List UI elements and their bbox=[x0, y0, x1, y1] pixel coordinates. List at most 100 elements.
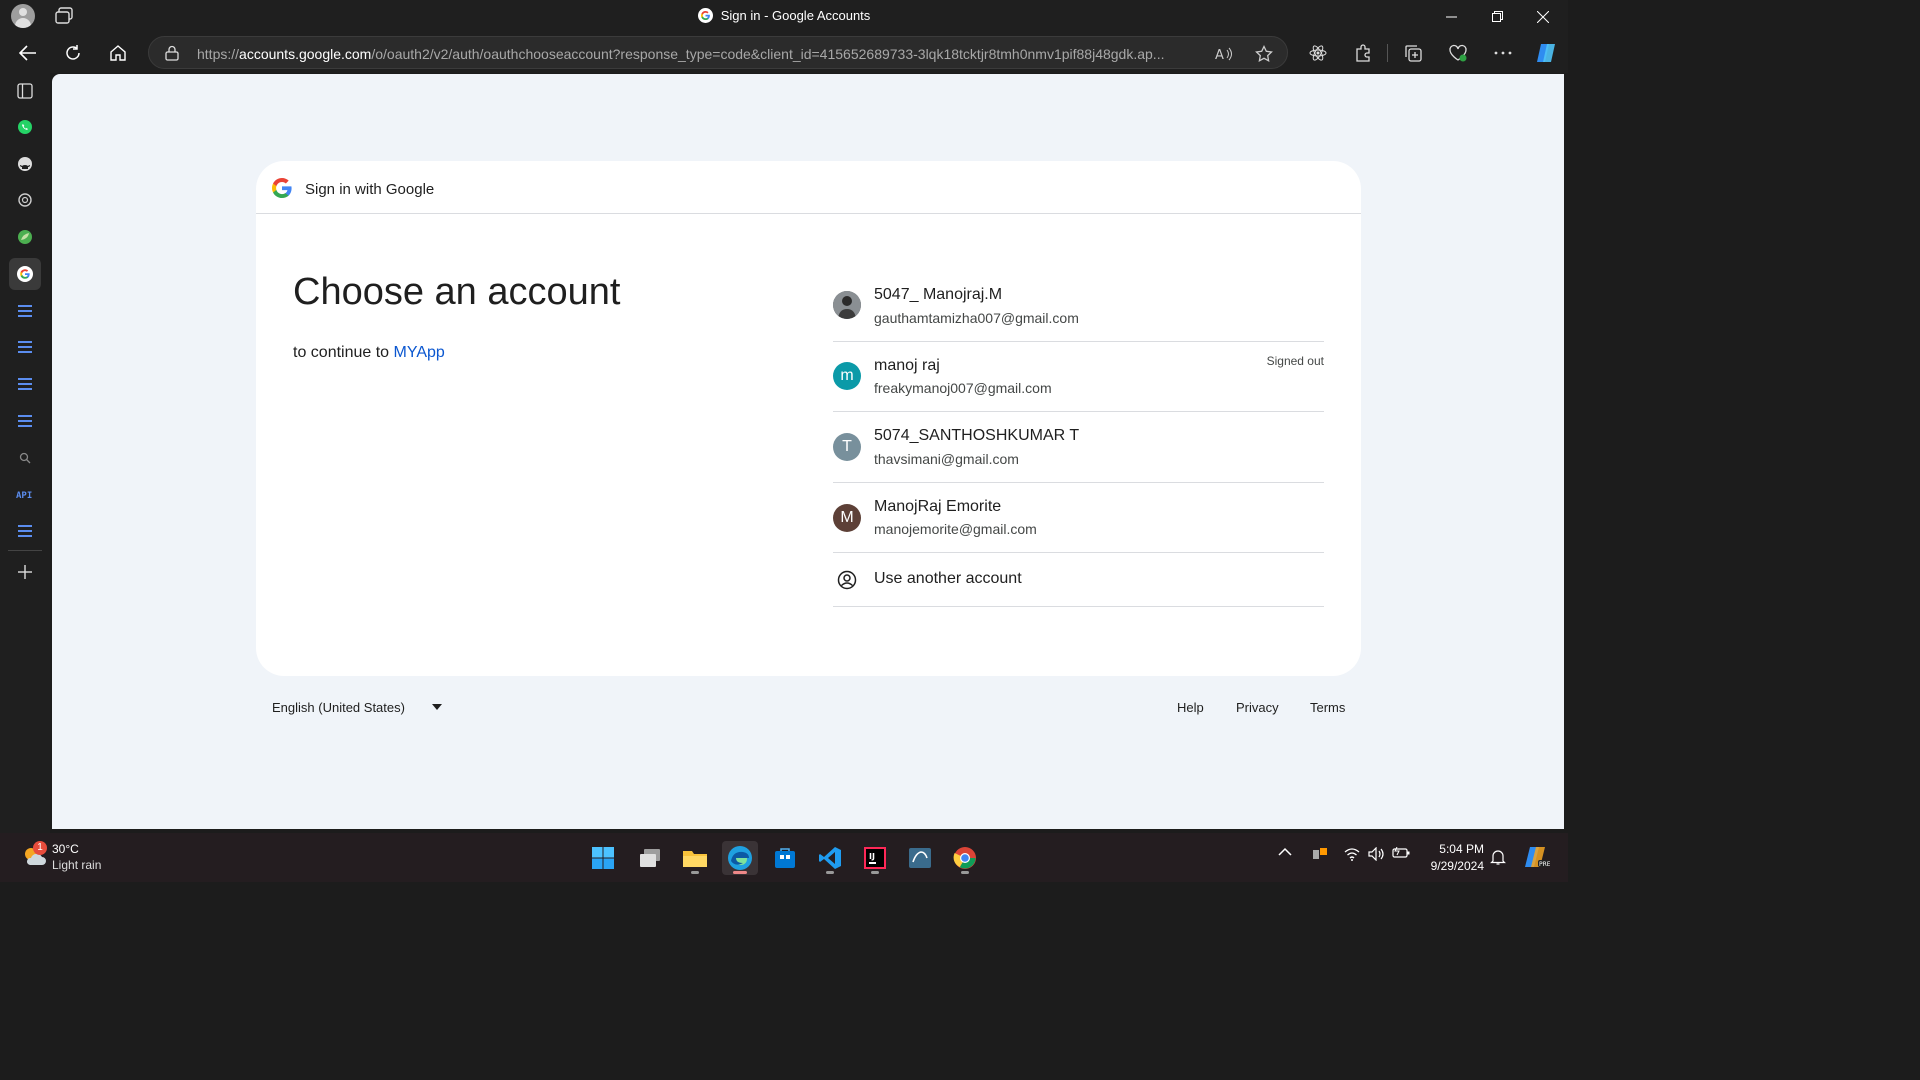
wifi-icon bbox=[1344, 848, 1360, 861]
sidebar-item-google[interactable] bbox=[9, 258, 41, 290]
battery-icon bbox=[1392, 847, 1410, 858]
sidebar-item-api-doc-4[interactable] bbox=[9, 405, 41, 437]
account-item[interactable]: 5047_ Manojraj.M gauthamtamizha007@gmail… bbox=[833, 271, 1324, 342]
folder-icon bbox=[683, 851, 707, 867]
sidebar-item-whatsapp[interactable] bbox=[9, 111, 41, 143]
task-view-icon bbox=[640, 849, 660, 867]
restore-button[interactable] bbox=[1474, 0, 1520, 33]
read-aloud-button[interactable]: A bbox=[1213, 43, 1235, 65]
notifications-button[interactable] bbox=[1490, 849, 1506, 865]
signed-out-status: Signed out bbox=[1266, 354, 1324, 368]
copilot-taskbar-button[interactable]: PRE bbox=[1522, 845, 1550, 869]
help-link[interactable]: Help bbox=[1177, 700, 1204, 715]
navigation-bar: https://accounts.google.com/o/oauth2/v2/… bbox=[0, 33, 1568, 73]
edge-taskbar-button[interactable] bbox=[722, 841, 758, 875]
vscode-button[interactable] bbox=[812, 841, 848, 875]
copilot-icon bbox=[1537, 44, 1555, 62]
account-name: manoj raj bbox=[874, 357, 940, 374]
mysql-workbench-button[interactable] bbox=[902, 841, 938, 875]
account-email: thavsimani@gmail.com bbox=[874, 451, 1019, 467]
file-explorer-button[interactable] bbox=[677, 841, 713, 875]
sidebar-item-tabs[interactable] bbox=[9, 75, 41, 107]
api-doc-icon bbox=[18, 415, 32, 427]
api-doc-icon bbox=[18, 378, 32, 390]
account-initial-avatar: M bbox=[833, 504, 861, 532]
account-photo-avatar bbox=[833, 291, 861, 319]
account-initial-avatar: T bbox=[833, 433, 861, 461]
account-item[interactable]: T 5074_SANTHOSHKUMAR T thavsimani@gmail.… bbox=[833, 412, 1324, 483]
use-another-account-label: Use another account bbox=[874, 570, 1022, 587]
tray-app-button[interactable] bbox=[1312, 847, 1328, 861]
app-name-link[interactable]: MYApp bbox=[394, 344, 445, 361]
continue-to-text: to continue to MYApp bbox=[293, 344, 445, 362]
lock-icon[interactable] bbox=[165, 45, 179, 61]
account-item[interactable]: M ManojRaj Emorite manojemorite@gmail.co… bbox=[833, 483, 1324, 553]
clock-date[interactable]: 9/29/2024 bbox=[1420, 859, 1484, 873]
sidebar-item-api-doc-1[interactable] bbox=[9, 295, 41, 327]
refresh-button[interactable] bbox=[57, 37, 89, 69]
puzzle-icon bbox=[1356, 44, 1370, 62]
whatsapp-icon bbox=[18, 120, 32, 134]
minimize-button[interactable] bbox=[1428, 0, 1474, 33]
home-button[interactable] bbox=[102, 37, 134, 69]
clock-time[interactable]: 5:04 PM bbox=[1430, 842, 1484, 856]
terms-link[interactable]: Terms bbox=[1310, 700, 1345, 715]
sidebar-item-api-doc-3[interactable] bbox=[9, 368, 41, 400]
minimize-icon bbox=[1445, 16, 1457, 18]
extension-button[interactable] bbox=[1302, 37, 1334, 69]
store-icon bbox=[775, 848, 795, 868]
sidebar-item-api[interactable]: API bbox=[9, 478, 41, 510]
privacy-link[interactable]: Privacy bbox=[1236, 700, 1279, 715]
intellij-button[interactable]: IJ bbox=[857, 841, 893, 875]
network-button[interactable] bbox=[1344, 847, 1360, 861]
use-another-account-item[interactable]: Use another account bbox=[833, 553, 1324, 607]
url-domain: accounts.google.com bbox=[239, 46, 372, 62]
extensions-button[interactable] bbox=[1347, 37, 1379, 69]
sidebar-item-github[interactable] bbox=[9, 148, 41, 180]
search-icon bbox=[19, 452, 31, 464]
svg-text:IJ: IJ bbox=[869, 852, 875, 861]
back-button[interactable] bbox=[12, 37, 44, 69]
battery-button[interactable] bbox=[1392, 847, 1410, 859]
favorite-button[interactable] bbox=[1253, 43, 1275, 65]
show-hidden-icons-button[interactable] bbox=[1278, 847, 1292, 857]
account-item[interactable]: m manoj raj freakymanoj007@gmail.com Sig… bbox=[833, 342, 1324, 412]
account-email: freakymanoj007@gmail.com bbox=[874, 380, 1052, 396]
more-menu-button[interactable] bbox=[1487, 37, 1519, 69]
sidebar-item-api-doc-5[interactable] bbox=[9, 515, 41, 547]
copilot-button[interactable] bbox=[1530, 37, 1562, 69]
close-button[interactable] bbox=[1520, 0, 1566, 33]
account-email: manojemorite@gmail.com bbox=[874, 521, 1037, 537]
speaker-icon bbox=[1368, 847, 1384, 861]
start-button[interactable] bbox=[585, 841, 621, 875]
google-favicon bbox=[697, 8, 713, 23]
chrome-button[interactable] bbox=[947, 841, 983, 875]
more-dots-icon bbox=[1494, 51, 1512, 55]
sidebar-item-api-doc-2[interactable] bbox=[9, 331, 41, 363]
leaf-icon bbox=[18, 230, 32, 244]
chevron-up-icon bbox=[1278, 847, 1292, 856]
account-email: gauthamtamizha007@gmail.com bbox=[874, 310, 1079, 326]
language-selector[interactable]: English (United States) bbox=[272, 700, 405, 715]
collections-button[interactable] bbox=[1397, 37, 1429, 69]
dropdown-arrow-icon[interactable] bbox=[432, 704, 442, 710]
url-path: /o/oauth2/v2/auth/oauthchooseaccount?res… bbox=[371, 46, 1165, 62]
browser-essentials-button[interactable] bbox=[1442, 37, 1474, 69]
collections-icon bbox=[1405, 45, 1422, 62]
sidebar-item-chatgpt[interactable] bbox=[9, 184, 41, 216]
address-bar[interactable]: https://accounts.google.com/o/oauth2/v2/… bbox=[148, 36, 1288, 69]
task-view-button[interactable] bbox=[632, 841, 668, 875]
running-indicator bbox=[691, 871, 699, 874]
svg-text:A: A bbox=[1215, 48, 1224, 62]
volume-button[interactable] bbox=[1368, 847, 1386, 861]
sidebar-item-leaf[interactable] bbox=[9, 221, 41, 253]
sidebar-add-button[interactable] bbox=[9, 556, 41, 588]
store-button[interactable] bbox=[767, 841, 803, 875]
continue-prefix: to continue to bbox=[293, 344, 394, 361]
star-icon bbox=[1255, 45, 1273, 63]
weather-description: Light rain bbox=[52, 858, 102, 872]
read-aloud-icon: A bbox=[1215, 47, 1232, 62]
url-text[interactable]: https://accounts.google.com/o/oauth2/v2/… bbox=[197, 46, 1197, 62]
sidebar-item-search[interactable] bbox=[9, 442, 41, 474]
browser-window: Sign in - Google Accounts https://accoun… bbox=[0, 0, 1568, 882]
